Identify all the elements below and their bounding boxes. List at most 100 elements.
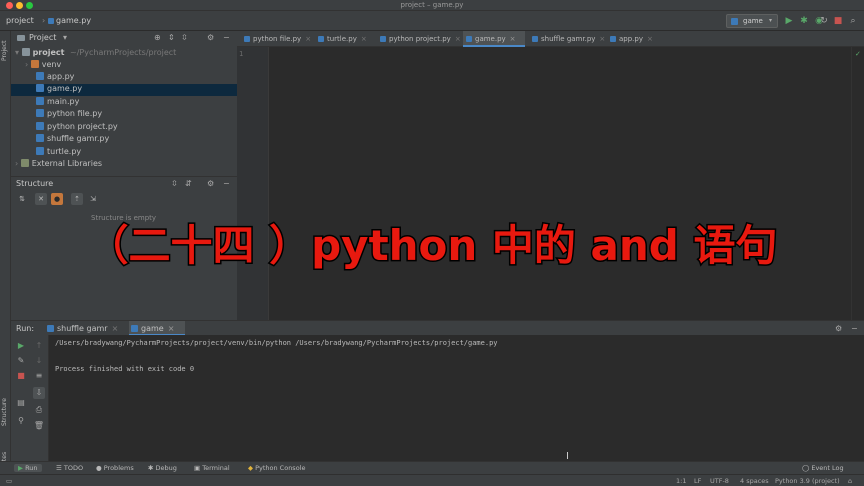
file-encoding[interactable]: UTF-8: [710, 477, 729, 485]
gear-icon[interactable]: ⚙: [207, 179, 214, 188]
tree-root-project[interactable]: ▾ project ~/PycharmProjects/project: [15, 48, 176, 60]
tree-item-game-py[interactable]: game.py: [11, 84, 237, 96]
run-icon[interactable]: ▶: [783, 15, 795, 27]
run-console-output[interactable]: /Users/bradywang/PycharmProjects/project…: [49, 335, 864, 461]
chevron-down-icon: ▾: [769, 17, 773, 24]
indent-setting[interactable]: 4 spaces: [740, 477, 769, 485]
soft-wrap-icon[interactable]: ≡: [33, 370, 45, 382]
print-icon[interactable]: ⎙: [33, 404, 45, 416]
up-arrow-icon[interactable]: ↑: [33, 340, 45, 352]
tool-run[interactable]: ▶ Run: [14, 464, 42, 472]
tab-python-project-py[interactable]: python project.py ×: [377, 31, 461, 47]
run-panel-label: Run:: [16, 324, 35, 333]
python-file-icon: [532, 36, 538, 42]
profile-icon[interactable]: ↻: [818, 15, 830, 27]
bug-icon: ✱: [148, 464, 156, 472]
gear-icon[interactable]: ⚙: [207, 33, 214, 42]
structure-toolbar: ⇅ ✕ ● ⇡ ⇲: [11, 193, 237, 207]
close-icon[interactable]: ×: [361, 35, 367, 43]
tree-item-external-libraries[interactable]: › External Libraries: [15, 159, 102, 171]
tab-app-py[interactable]: app.py ×: [607, 31, 659, 47]
stop-icon[interactable]: ■: [832, 15, 844, 27]
list-icon: ☰: [56, 464, 64, 472]
terminal-icon: ▣: [194, 464, 203, 472]
tool-todo[interactable]: ☰ TODO: [56, 464, 83, 472]
layout-icon[interactable]: ▤: [15, 397, 27, 409]
expand-all-icon[interactable]: ⇕: [168, 33, 175, 42]
line-separator[interactable]: LF: [694, 477, 701, 485]
autoscroll-icon[interactable]: ⇲: [87, 193, 99, 205]
pin-icon[interactable]: ⚲: [15, 415, 27, 427]
python-file-icon: [731, 18, 738, 25]
tree-item-python-file-py[interactable]: python file.py: [36, 109, 102, 121]
wrench-icon[interactable]: ✎: [15, 355, 27, 367]
hide-panel-icon[interactable]: −: [223, 179, 230, 188]
breadcrumb-project[interactable]: project: [6, 16, 34, 25]
inherited-icon[interactable]: ⇡: [71, 193, 83, 205]
sort-alpha-icon[interactable]: ⇅: [16, 193, 28, 205]
tab-game-py[interactable]: game.py ×: [463, 31, 525, 47]
sort-icon[interactable]: ⇳: [171, 179, 178, 188]
collapse-icon[interactable]: ⇵: [185, 179, 192, 188]
caret-position[interactable]: 1:1: [676, 477, 686, 485]
structure-tool-tab[interactable]: Structure: [1, 398, 8, 426]
code-editor[interactable]: [269, 47, 851, 320]
status-bar-toggle-icon[interactable]: ▭: [6, 477, 12, 485]
stop-icon[interactable]: ■: [15, 370, 27, 382]
folder-icon: [21, 48, 30, 56]
project-tool-tab[interactable]: Project: [1, 40, 8, 61]
python-file-icon: [36, 109, 44, 117]
close-icon[interactable]: ×: [455, 35, 461, 43]
run-tab-shuffle-gamr[interactable]: shuffle gamr ×: [45, 321, 123, 336]
tree-item-venv[interactable]: › venv: [25, 60, 61, 72]
run-tab-game[interactable]: game ×: [129, 321, 185, 336]
search-everywhere-icon[interactable]: ⌕: [847, 15, 859, 27]
rerun-icon[interactable]: ▶: [15, 340, 27, 352]
tool-problems[interactable]: ● Problems: [96, 464, 134, 472]
trash-icon[interactable]: 🗑: [33, 420, 45, 432]
tool-python-console[interactable]: ◆ Python Console: [248, 464, 305, 472]
tree-item-app-py[interactable]: app.py: [36, 72, 74, 84]
locate-file-icon[interactable]: ⊕: [154, 33, 161, 42]
window-titlebar: project – game.py: [0, 0, 864, 11]
run-configuration-select[interactable]: game ▾: [726, 14, 778, 28]
hide-panel-icon[interactable]: −: [223, 33, 230, 42]
close-icon[interactable]: ×: [647, 35, 653, 43]
tree-item-python-project-py[interactable]: python project.py: [36, 122, 118, 134]
hide-panel-icon[interactable]: −: [851, 324, 858, 333]
tab-python-file-py[interactable]: python file.py ×: [241, 31, 311, 47]
python-interpreter[interactable]: Python 3.9 (project): [775, 477, 840, 485]
close-icon[interactable]: ×: [168, 324, 175, 333]
tree-item-shuffle-gamr-py[interactable]: shuffle gamr.py: [36, 134, 109, 146]
tool-event-log[interactable]: ◯ Event Log: [802, 464, 844, 472]
problems-icon: ●: [96, 464, 104, 472]
gear-icon[interactable]: ⚙: [835, 324, 842, 333]
left-tool-strip: Project Structure Favorites: [0, 31, 11, 479]
breadcrumb-file[interactable]: game.py: [56, 16, 91, 25]
close-icon[interactable]: ×: [305, 35, 311, 43]
tool-debug[interactable]: ✱ Debug: [148, 464, 177, 472]
console-line: Process finished with exit code 0: [55, 365, 195, 373]
close-icon[interactable]: ×: [599, 35, 605, 43]
structure-panel-title[interactable]: Structure: [16, 179, 53, 188]
project-panel-title[interactable]: Project: [29, 33, 56, 42]
lock-icon[interactable]: ⌂: [848, 477, 852, 485]
show-properties-icon[interactable]: ●: [51, 193, 63, 205]
tab-turtle-py[interactable]: turtle.py ×: [315, 31, 373, 47]
editor-scrollbar[interactable]: ✓: [851, 47, 864, 320]
show-fields-icon[interactable]: ✕: [35, 193, 47, 205]
collapse-all-icon[interactable]: ⇳: [181, 33, 188, 42]
close-icon[interactable]: ×: [112, 324, 119, 333]
tree-item-main-py[interactable]: main.py: [36, 97, 79, 109]
close-icon[interactable]: ×: [510, 35, 516, 43]
tree-item-turtle-py[interactable]: turtle.py: [36, 147, 81, 159]
editor-gutter: [237, 47, 269, 320]
tab-shuffle-gamr-py[interactable]: shuffle gamr.py ×: [529, 31, 605, 47]
python-file-icon: [244, 36, 250, 42]
scroll-to-end-icon[interactable]: ⇩: [33, 387, 45, 399]
chevron-down-icon[interactable]: ▾: [63, 33, 67, 42]
tool-terminal[interactable]: ▣ Terminal: [194, 464, 230, 472]
debug-icon[interactable]: ✱: [798, 15, 810, 27]
down-arrow-icon[interactable]: ↓: [33, 355, 45, 367]
chevron-right-icon: ›: [25, 60, 31, 69]
